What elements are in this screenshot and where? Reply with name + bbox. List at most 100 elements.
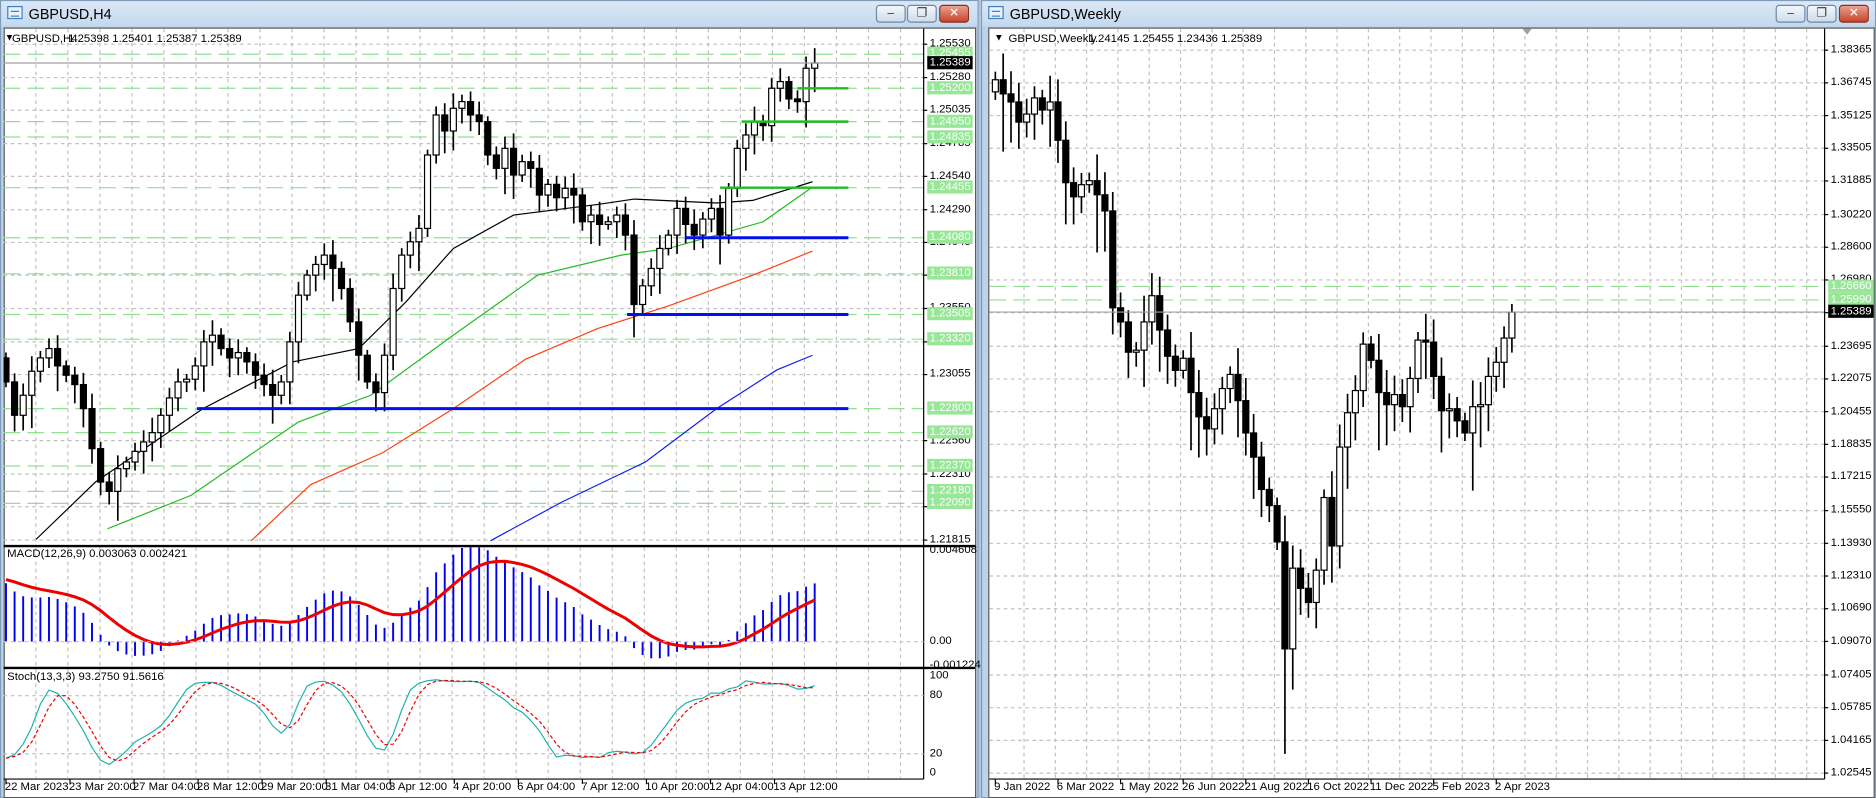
time-axis-label: 21 Aug 2022 [1244,780,1309,794]
candle-body [441,114,449,132]
candle-body [286,341,294,383]
candle-body [1367,343,1375,361]
price-axis-label: 1.18835 [1830,437,1872,451]
candle-body [1163,329,1172,357]
candle-body [1257,456,1266,491]
price-axis-label: 1.07405 [1830,667,1872,681]
candle-body [1030,97,1039,115]
candle-body [19,394,27,416]
time-axis-label: 2 Apr 2023 [1495,780,1550,794]
time-axis-label: 6 Apr 04:00 [517,780,576,794]
candle-body [1469,406,1477,434]
candle-body [114,468,122,492]
current-price-label: 1.25389 [927,55,974,70]
candle-body [1242,400,1250,434]
candle-body [484,121,492,156]
candle-body [1226,373,1234,390]
candle-body [999,79,1007,95]
time-axis-label: 26 Jun 2022 [1181,780,1245,794]
current-price-label: 1.25389 [1828,304,1875,319]
candle-body [1085,180,1093,186]
macd-axis-label: 0.00 [929,634,952,648]
candle-body [1453,408,1461,422]
price-axis-label: 1.20455 [1830,404,1872,418]
candle-body [320,254,328,266]
candle-body [251,361,260,376]
candle-body [544,183,552,196]
candle-body [200,341,208,367]
price-axis-label: 1.28600 [1830,240,1872,254]
price-axis-label: 1.12310 [1830,568,1872,582]
candle-body [492,154,500,169]
candle-body [329,254,337,270]
candle-body [570,187,578,196]
time-axis-label: 7 Apr 12:00 [581,780,640,794]
candle-body [604,221,612,226]
candle-body [1312,569,1320,604]
chart-shift-marker-icon [1522,28,1532,35]
candle-body [1179,357,1187,371]
highlighted-price-label: 1.23505 [927,307,974,321]
candle-body [1375,359,1383,394]
candle-body [742,134,750,149]
candle-body [613,214,621,223]
candle-body [45,347,53,359]
price-axis-label: 1.35125 [1830,108,1872,122]
candle-body [380,354,389,394]
pane-separator[interactable] [3,666,976,670]
stoch-axis-label: 80 [929,688,943,702]
candle-body [1477,404,1485,408]
candle-body [1171,355,1179,371]
weekly-candles [991,53,1516,754]
candle-body [312,263,320,276]
stoch-d-line [5,679,815,762]
candle-body [71,374,79,386]
candle-body [1070,182,1078,198]
desktop: GBPUSD,H4 – ❐ ✕ GBPUSD,Weekly – ❐ ✕ 1.25… [0,0,1876,798]
time-axis-label: 9 Jan 2022 [994,780,1051,794]
stoch-axis-label: 100 [929,669,949,683]
candle-body [406,241,414,256]
price-axis-label: 1.02545 [1830,765,1872,780]
candle-body [1054,101,1062,141]
candle-body [1195,391,1203,418]
moving-average-line [250,250,813,542]
time-axis-label: 5 Feb 2023 [1432,780,1490,794]
candle-body [1351,389,1359,414]
candle-body [157,414,165,434]
price-axis-label: 1.33505 [1830,141,1872,155]
candle-body [294,294,303,343]
candle-body [768,87,776,127]
candle-body [10,381,19,416]
time-axis-label: 16 Oct 2022 [1307,780,1370,794]
price-axis-label: 1.38365 [1830,43,1872,57]
candle-body [733,147,741,189]
candle-body [690,223,698,236]
ohlc-readout: 1.25398 1.25401 1.25387 1.25389 [68,32,242,46]
candle-body [621,214,629,236]
candle-body [1398,393,1406,408]
candle-body [1140,321,1148,351]
candle-body [1281,541,1289,650]
highlighted-price-label: 1.24080 [927,230,974,244]
candle-body [140,441,148,452]
candle-body [62,365,70,376]
candle-body [1445,408,1453,412]
price-axis-label: 1.23055 [929,367,971,381]
candle-body [750,121,759,136]
time-axis-label: 28 Mar 12:00 [196,780,264,794]
candle-body [1156,295,1164,331]
price-axis-label: 1.30220 [1830,207,1872,221]
time-axis-label: 6 Mar 2022 [1056,780,1115,794]
price-axis-label: 1.17215 [1830,469,1872,484]
candle-body [217,334,225,350]
candle-body [398,254,406,290]
time-axis-label: 13 Apr 12:00 [773,780,838,794]
collapse-triangle-icon[interactable]: ▼ [994,32,1003,43]
candle-body [1101,194,1109,212]
candle-body [260,374,268,386]
candle-body [243,351,251,363]
candle-body [682,207,690,226]
candle-body [509,147,518,176]
time-axis-label: 1 May 2022 [1119,780,1179,794]
